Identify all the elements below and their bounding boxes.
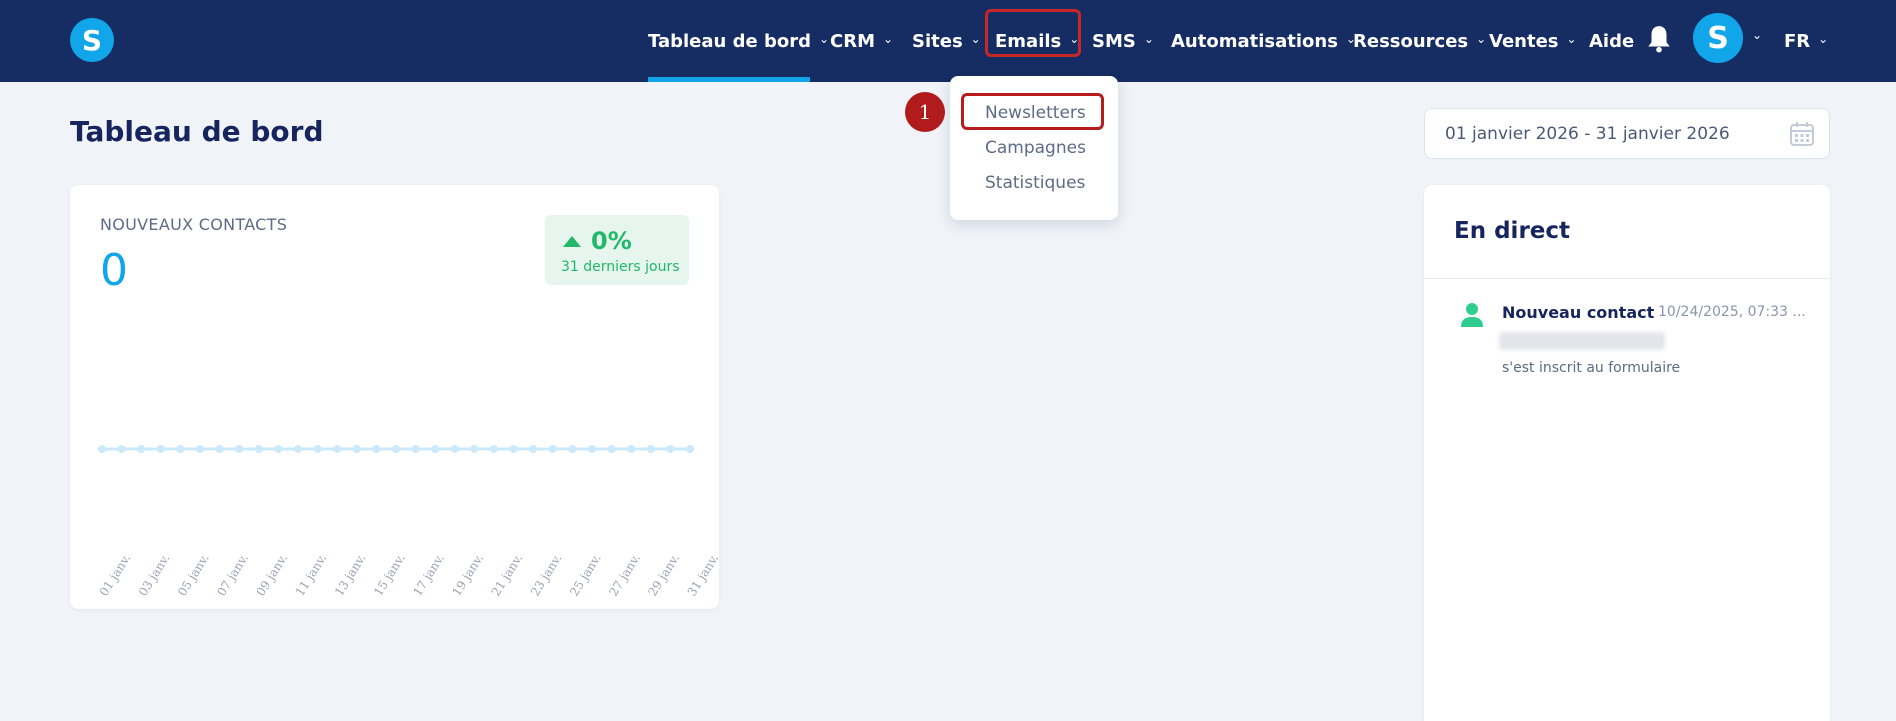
chevron-down-icon: ⌄ <box>1143 32 1154 46</box>
x-tick-label: 25 janv. <box>567 551 604 598</box>
x-tick-label: 11 janv. <box>293 551 330 598</box>
nav-label: Ventes <box>1489 30 1559 52</box>
data-point <box>627 445 636 453</box>
data-point <box>646 445 655 453</box>
data-point <box>431 445 440 453</box>
nav-aide[interactable]: Aide <box>1589 0 1634 82</box>
data-point <box>470 445 479 453</box>
chevron-down-icon: ⌄ <box>818 32 830 46</box>
menu-item-statistiques[interactable]: Statistiques <box>985 173 1085 193</box>
x-tick-label: 19 janv. <box>449 551 486 598</box>
chevron-down-icon: ⌄ <box>1476 32 1487 46</box>
nav-label: Automatisations <box>1171 30 1338 52</box>
data-point <box>333 445 342 453</box>
x-tick-label: 13 janv. <box>332 551 369 598</box>
step-number-badge: 1 <box>905 92 945 132</box>
nav-automatisations[interactable]: Automatisations ⌄ <box>1171 0 1356 82</box>
live-feed-card: En direct Nouveau contact 10/24/2025, 07… <box>1424 185 1830 721</box>
data-point <box>196 445 204 453</box>
bell-icon[interactable] <box>1646 24 1672 54</box>
data-point <box>254 445 263 453</box>
person-icon <box>1461 303 1483 327</box>
live-title: En direct <box>1454 218 1571 244</box>
data-point <box>215 445 224 453</box>
data-point <box>313 445 322 453</box>
data-point <box>490 445 498 453</box>
data-point <box>117 445 126 453</box>
nav-label: Tableau de bord <box>648 30 811 52</box>
x-tick-label: 03 janv. <box>136 551 173 598</box>
data-point <box>372 445 381 453</box>
data-point <box>686 445 694 453</box>
x-tick-label: 15 janv. <box>371 551 408 598</box>
page-title: Tableau de bord <box>70 115 324 148</box>
x-tick-label: 31 janv. <box>685 551 719 598</box>
contacts-line-chart: 01 janv. 03 janv. 05 janv. 07 janv. 09 janv.… <box>97 445 719 599</box>
data-point <box>274 445 283 453</box>
x-tick-label: 23 janv. <box>528 551 565 598</box>
data-point <box>235 445 244 453</box>
app-logo[interactable]: S <box>70 18 114 62</box>
newsletters-highlight-box <box>961 93 1104 130</box>
data-point <box>666 445 675 453</box>
data-point <box>392 445 400 453</box>
date-range-value: 01 janvier 2026 - 31 janvier 2026 <box>1445 124 1730 144</box>
language-selector[interactable]: FR ⌄ <box>1784 0 1828 82</box>
nav-label: Sites <box>912 30 963 52</box>
chevron-down-icon[interactable]: ⌄ <box>1752 28 1762 42</box>
data-point <box>568 445 577 453</box>
user-avatar[interactable]: S <box>1693 13 1743 63</box>
x-tick-label: 21 janv. <box>489 551 526 598</box>
language-label: FR <box>1784 30 1811 52</box>
nav-label: Aide <box>1589 30 1635 52</box>
data-point <box>176 445 185 453</box>
emails-highlight-box <box>985 9 1081 57</box>
x-tick-label: 01 janv. <box>97 551 134 598</box>
nav-sites[interactable]: Sites ⌄ <box>912 0 981 82</box>
data-point <box>98 445 106 453</box>
data-point <box>294 445 302 453</box>
data-point <box>450 445 459 453</box>
nav-sms[interactable]: SMS ⌄ <box>1092 0 1154 82</box>
event-title: Nouveau contact <box>1502 303 1655 322</box>
chevron-down-icon: ⌄ <box>970 32 981 46</box>
data-point <box>509 445 518 453</box>
nav-ventes[interactable]: Ventes ⌄ <box>1489 0 1577 82</box>
data-point <box>529 445 538 453</box>
x-tick-label: 27 janv. <box>606 551 643 598</box>
x-tick-label: 07 janv. <box>214 551 251 598</box>
nav-label: CRM <box>830 30 875 52</box>
data-point <box>137 445 146 453</box>
menu-item-campagnes[interactable]: Campagnes <box>985 138 1086 158</box>
chevron-down-icon: ⌄ <box>1818 32 1829 46</box>
redacted-contact-name <box>1499 332 1665 350</box>
date-range-picker[interactable]: 01 janvier 2026 - 31 janvier 2026 <box>1424 108 1830 159</box>
data-point <box>352 445 361 453</box>
nav-label: SMS <box>1092 30 1136 52</box>
event-timestamp: 10/24/2025, 07:33 ... <box>1658 304 1806 320</box>
calendar-icon <box>1790 122 1814 146</box>
x-tick-label: 05 janv. <box>175 551 212 598</box>
new-contacts-card: NOUVEAUX CONTACTS 0 0% 31 derniers jours… <box>70 185 719 609</box>
x-tick-label: 29 janv. <box>645 551 682 598</box>
divider <box>1424 278 1830 279</box>
chevron-down-icon: ⌄ <box>1566 32 1577 46</box>
x-tick-label: 09 janv. <box>253 551 290 598</box>
data-point <box>548 445 557 453</box>
top-navigation-bar: S Tableau de bord ⌄ CRM ⌄ Sites ⌄ Emails… <box>0 0 1896 82</box>
data-point <box>411 445 420 453</box>
event-description: s'est inscrit au formulaire <box>1502 360 1681 376</box>
nav-label: Ressources <box>1353 30 1469 52</box>
nav-ressources[interactable]: Ressources ⌄ <box>1353 0 1486 82</box>
data-point <box>156 445 165 453</box>
nav-crm[interactable]: CRM ⌄ <box>830 0 893 82</box>
data-point <box>588 445 596 453</box>
x-tick-label: 17 janv. <box>410 551 447 598</box>
chevron-down-icon: ⌄ <box>882 32 894 46</box>
nav-tableau-de-bord[interactable]: Tableau de bord ⌄ <box>648 0 829 82</box>
data-point <box>607 445 616 453</box>
active-tab-indicator <box>648 77 810 82</box>
